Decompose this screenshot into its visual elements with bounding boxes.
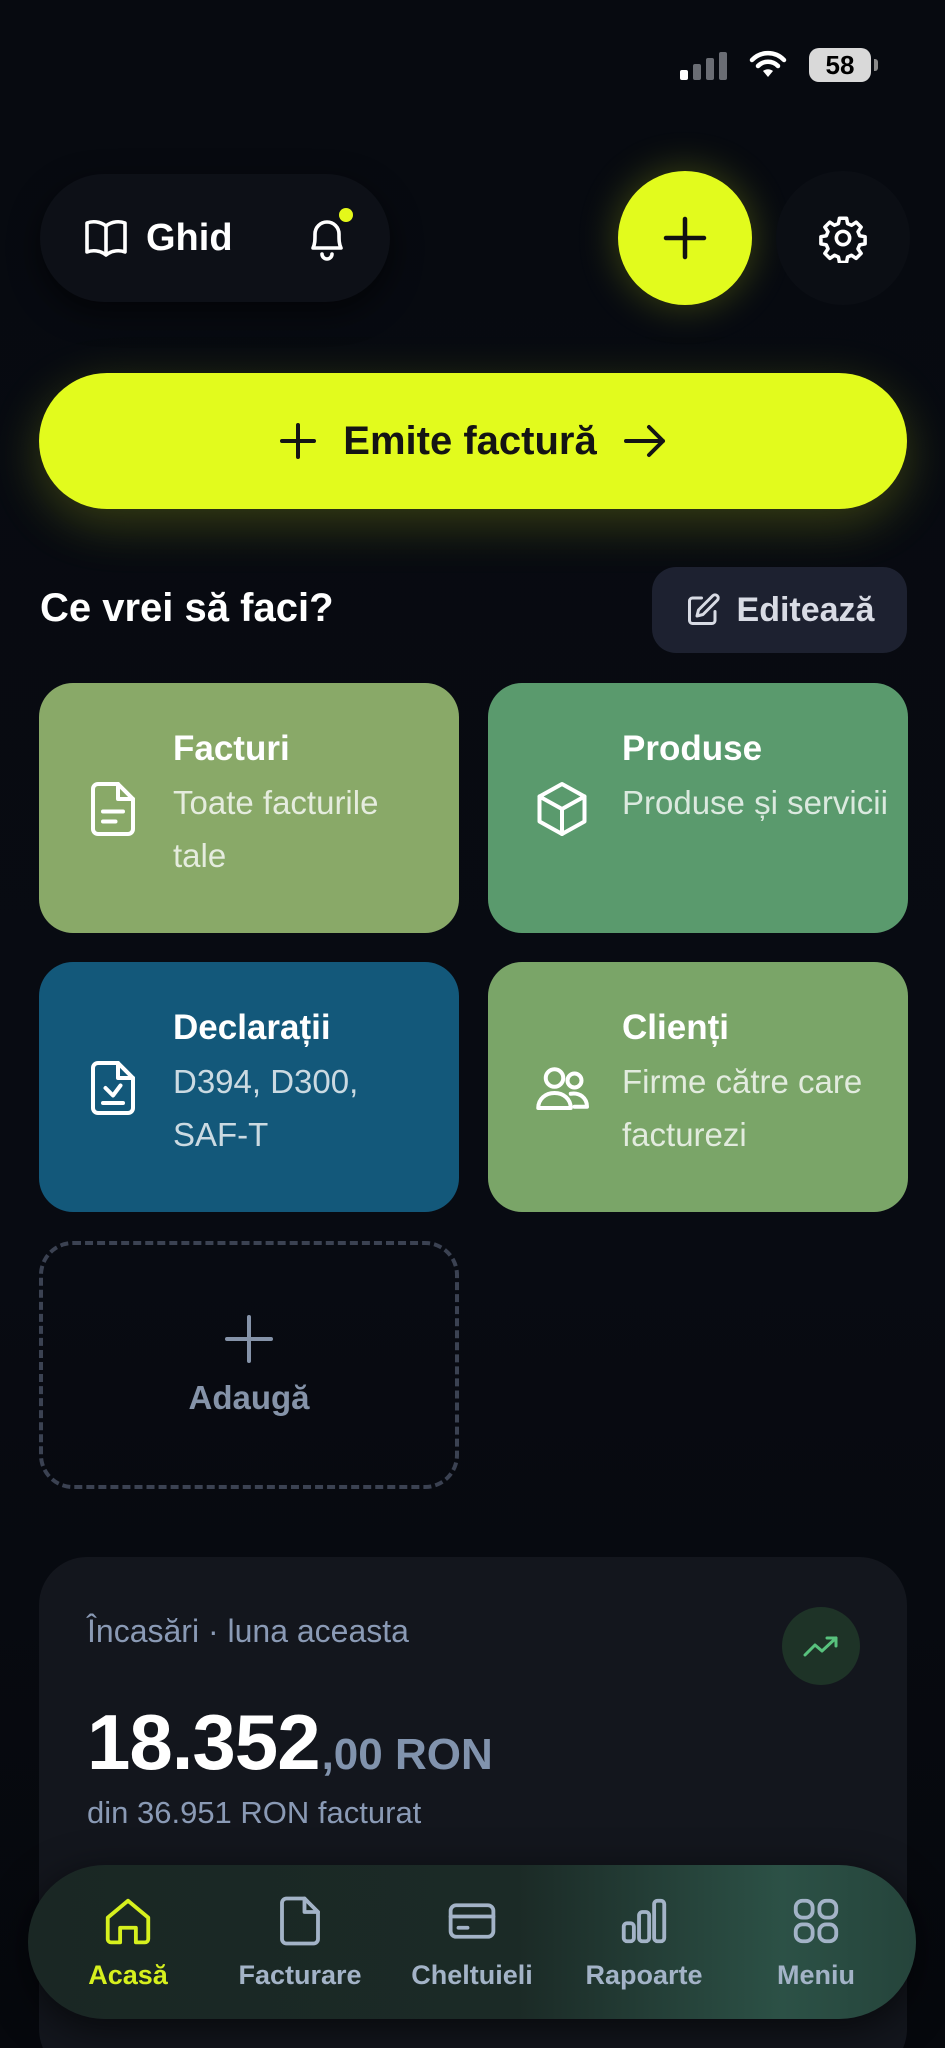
create-button[interactable]	[618, 171, 752, 305]
file-icon	[273, 1894, 327, 1948]
income-subtitle: din 36.951 RON facturat	[87, 1795, 422, 1830]
add-tile-button[interactable]: Adaugă	[39, 1241, 459, 1489]
issue-invoice-label: Emite factură	[343, 418, 597, 463]
plus-icon	[662, 215, 708, 261]
edit-button[interactable]: Editează	[652, 567, 907, 653]
battery-level: 58	[825, 49, 855, 80]
grid-icon	[789, 1894, 843, 1948]
nav-label: Rapoarte	[585, 1959, 703, 1990]
card-icon	[445, 1894, 499, 1948]
battery-indicator: 58	[809, 48, 878, 82]
quick-actions-title: Ce vrei să faci?	[40, 586, 334, 630]
income-amount: 18.352 ,00 RON	[87, 1697, 493, 1788]
box-icon	[532, 779, 592, 839]
bar-chart-icon	[617, 1894, 671, 1948]
signal-icon	[680, 50, 727, 80]
status-bar: 58	[680, 48, 878, 82]
gear-icon	[818, 213, 868, 263]
tile-clients[interactable]: Clienți Firme către care facturezi	[488, 962, 908, 1212]
nav-label: Meniu	[777, 1959, 855, 1990]
document-icon	[83, 779, 143, 839]
tile-title: Clienți	[622, 1008, 729, 1047]
tile-declarations[interactable]: Declarații D394, D300, SAF-T	[39, 962, 459, 1212]
nav-item-home[interactable]: Acasă	[43, 1894, 213, 1991]
home-screen: 58 Ghid Emite factură Ce vrei să faci? E…	[0, 0, 945, 2048]
nav-label: Acasă	[88, 1959, 168, 1990]
edit-icon	[685, 592, 721, 628]
plus-icon	[223, 1313, 275, 1365]
nav-label: Cheltuieli	[411, 1959, 533, 1990]
tile-invoices[interactable]: Facturi Toate facturile tale	[39, 683, 459, 933]
edit-label: Editează	[736, 590, 875, 629]
add-tile-label: Adaugă	[188, 1379, 310, 1416]
document-download-icon	[83, 1058, 143, 1118]
arrow-right-icon	[623, 423, 667, 459]
income-amount-main: 18.352	[87, 1698, 321, 1786]
home-icon	[101, 1894, 155, 1948]
bottom-navigation: Acasă Facturare Cheltuieli Rapoarte Meni…	[28, 1865, 916, 2019]
nav-label: Facturare	[238, 1959, 362, 1990]
tile-title: Facturi	[173, 729, 290, 768]
tile-subtitle: Toate facturile tale	[173, 783, 379, 874]
tile-title: Produse	[622, 729, 763, 768]
income-title: Încasări · luna aceasta	[87, 1613, 409, 1649]
nav-item-expenses[interactable]: Cheltuieli	[387, 1894, 557, 1991]
tile-products[interactable]: Produse Produse și servicii	[488, 683, 908, 933]
plus-icon	[279, 422, 317, 460]
users-icon	[532, 1058, 592, 1118]
notification-badge	[339, 208, 353, 222]
tile-title: Declarații	[173, 1008, 331, 1047]
nav-item-reports[interactable]: Rapoarte	[559, 1894, 729, 1991]
book-icon[interactable]	[84, 218, 128, 258]
nav-item-menu[interactable]: Meniu	[731, 1894, 901, 1991]
wifi-icon	[749, 50, 787, 80]
income-amount-decimals: ,00 RON	[321, 1730, 493, 1779]
guide-button[interactable]: Ghid	[146, 217, 233, 260]
nav-item-invoicing[interactable]: Facturare	[215, 1894, 385, 1991]
tile-subtitle: Produse și servicii	[622, 783, 888, 821]
issue-invoice-button[interactable]: Emite factură	[39, 373, 907, 509]
tile-subtitle: D394, D300, SAF-T	[173, 1062, 359, 1153]
notifications-button[interactable]	[305, 208, 353, 264]
tile-subtitle: Firme către care facturezi	[622, 1062, 863, 1153]
trending-up-icon	[802, 1633, 840, 1659]
trend-button[interactable]	[782, 1607, 860, 1685]
settings-button[interactable]	[776, 171, 910, 305]
